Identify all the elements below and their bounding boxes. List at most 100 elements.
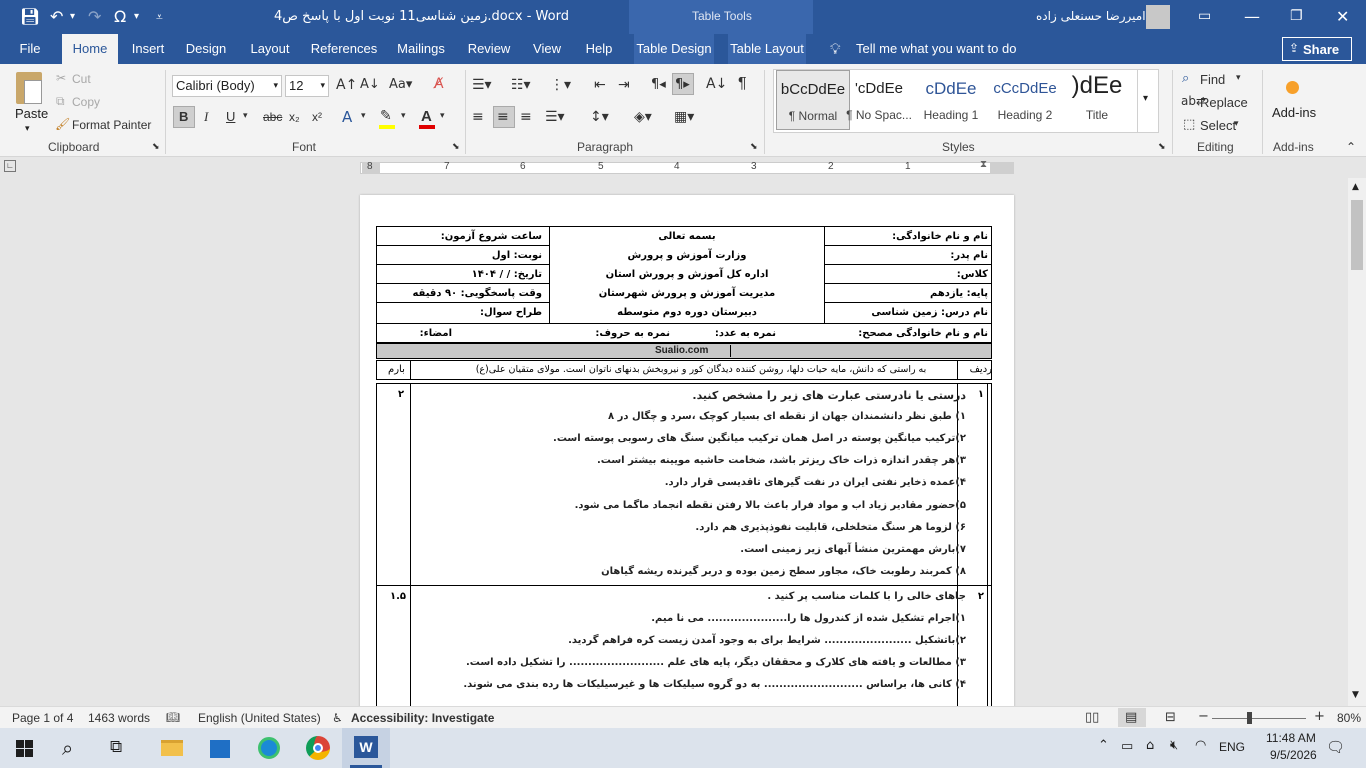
tab-view[interactable]: View — [528, 34, 566, 64]
user-name[interactable]: امیررضا حسنعلی زاده — [1036, 9, 1146, 23]
language-status[interactable]: English (United States) — [198, 711, 321, 725]
increase-indent-icon[interactable]: ⇥ — [618, 77, 630, 93]
chevron-up-icon[interactable]: ⌃ — [1098, 738, 1109, 753]
tab-selector[interactable]: ∟ — [4, 160, 16, 172]
tab-mailings[interactable]: Mailings — [392, 34, 450, 64]
save-icon[interactable]: 💾︎ — [20, 7, 40, 26]
numbering-icon[interactable]: ☷▾ — [511, 77, 531, 93]
word-taskbar-button[interactable]: W — [342, 728, 390, 768]
font-launcher-icon[interactable]: ⬊ — [452, 142, 460, 152]
clipboard-launcher-icon[interactable]: ⬊ — [152, 142, 160, 152]
windows-start-icon[interactable] — [12, 734, 40, 762]
multilevel-list-icon[interactable]: ⋮▾ — [550, 77, 571, 93]
change-case-icon[interactable]: Aa▾ — [389, 77, 412, 92]
font-color-dropdown-icon[interactable]: ▾ — [440, 111, 445, 121]
clock-time[interactable]: 11:48 AM — [1266, 731, 1316, 745]
style-normal[interactable]: bCcDdEe ¶ Normal — [776, 70, 850, 130]
chrome-icon[interactable] — [304, 734, 332, 762]
accessibility-status[interactable]: Accessibility: Investigate — [351, 711, 494, 725]
file-explorer-icon[interactable] — [158, 734, 186, 762]
input-language[interactable]: ENG — [1219, 740, 1245, 754]
add-ins-button[interactable]: Add-ins — [1268, 72, 1318, 132]
vertical-scrollbar[interactable]: ▲ ▼ — [1348, 178, 1366, 706]
replace-button[interactable]: Replace — [1200, 95, 1248, 110]
volume-muted-icon[interactable]: 🔇︎ — [1170, 738, 1178, 753]
undo-dropdown-icon[interactable]: ▾ — [70, 11, 75, 22]
customize-qat-icon[interactable]: ⩡ — [156, 10, 163, 25]
scroll-up-icon[interactable]: ▲ — [1352, 182, 1359, 192]
minimize-icon[interactable]: — — [1244, 7, 1260, 26]
paste-button[interactable]: Paste ▾ — [10, 70, 48, 140]
close-icon[interactable]: ✕ — [1336, 7, 1349, 26]
symbol-dropdown-icon[interactable]: ▾ — [134, 11, 139, 22]
tab-design[interactable]: Design — [182, 34, 230, 64]
format-painter-button[interactable]: Format Painter — [72, 118, 151, 132]
font-color-icon[interactable]: A — [421, 108, 432, 125]
align-center-icon[interactable]: ≡ — [497, 109, 509, 125]
zoom-slider[interactable] — [1212, 718, 1306, 719]
task-view-icon[interactable]: ⧉ — [110, 737, 122, 757]
style-heading-2[interactable]: cCcDdEe Heading 2 — [988, 70, 1062, 130]
highlight-dropdown-icon[interactable]: ▾ — [401, 111, 406, 121]
font-name-combo[interactable]: Calibri (Body) ▾ — [172, 75, 282, 97]
scroll-thumb[interactable] — [1351, 200, 1363, 270]
zoom-level[interactable]: 80% — [1337, 711, 1361, 725]
style-no-spacing[interactable]: 'cDdEe ¶ No Spac... — [842, 70, 916, 130]
web-layout-icon[interactable]: ⊟ — [1165, 710, 1176, 725]
page-count[interactable]: Page 1 of 4 — [12, 711, 73, 725]
battery-icon[interactable]: ▭ — [1121, 739, 1133, 754]
maximize-icon[interactable]: ❐ — [1290, 8, 1303, 24]
read-mode-icon[interactable]: ▯▯ — [1085, 710, 1099, 725]
indent-marker-icon[interactable]: ⧗ — [980, 159, 987, 170]
line-spacing-icon[interactable]: ↕▾ — [590, 109, 609, 125]
bold-icon[interactable]: B — [179, 109, 188, 124]
paragraph-launcher-icon[interactable]: ⬊ — [750, 142, 758, 152]
align-left-icon[interactable]: ≡ — [472, 109, 484, 125]
tab-help[interactable]: Help — [578, 34, 620, 64]
shrink-font-icon[interactable]: A↓ — [360, 77, 380, 92]
show-marks-icon[interactable]: ¶ — [738, 75, 747, 93]
tell-me-search[interactable]: Tell me what you want to do — [856, 41, 1016, 56]
subscript-icon[interactable]: x₂ — [289, 110, 300, 124]
share-button[interactable]: ⇪ Share — [1282, 37, 1352, 61]
text-effects-dropdown-icon[interactable]: ▾ — [361, 111, 366, 121]
tab-review[interactable]: Review — [462, 34, 516, 64]
print-layout-icon[interactable]: ▤ — [1125, 710, 1137, 725]
bullets-icon[interactable]: ☰▾ — [472, 77, 492, 93]
zoom-out-icon[interactable]: − — [1198, 709, 1209, 724]
font-size-combo[interactable]: 12 ▾ — [285, 75, 329, 97]
collapse-ribbon-icon[interactable]: ⌃ — [1346, 140, 1356, 154]
grow-font-icon[interactable]: A↑ — [336, 77, 357, 93]
zoom-in-icon[interactable]: + — [1314, 709, 1325, 724]
ruler-track[interactable] — [360, 162, 1014, 174]
find-dropdown-icon[interactable]: ▾ — [1236, 73, 1241, 83]
underline-dropdown-icon[interactable]: ▾ — [243, 111, 248, 121]
italic-icon[interactable]: I — [204, 109, 208, 125]
justify-icon[interactable]: ☰▾ — [545, 109, 565, 125]
undo-icon[interactable]: ↶ — [50, 7, 63, 26]
word-count[interactable]: 1463 words — [88, 711, 150, 725]
styles-launcher-icon[interactable]: ⬊ — [1158, 142, 1166, 152]
strikethrough-icon[interactable]: abc — [263, 110, 282, 124]
decrease-indent-icon[interactable]: ⇤ — [594, 77, 606, 93]
clock-date[interactable]: 9/5/2026 — [1270, 748, 1317, 762]
underline-icon[interactable]: U — [226, 109, 235, 124]
tab-table-layout[interactable]: Table Layout — [728, 34, 806, 64]
shading-icon[interactable]: ◈▾ — [634, 109, 652, 125]
borders-icon[interactable]: ▦▾ — [674, 109, 694, 125]
text-effects-icon[interactable]: A — [342, 108, 352, 126]
proofing-icon[interactable]: 📖︎ — [166, 711, 180, 724]
ltr-direction-icon[interactable]: ¶▸ — [675, 77, 690, 92]
ribbon-display-icon[interactable]: ▭ — [1198, 8, 1211, 24]
style-heading-1[interactable]: cDdEe Heading 1 — [914, 70, 988, 130]
notifications-icon[interactable]: 🗨︎ — [1326, 738, 1345, 756]
rtl-direction-icon[interactable]: ¶◂ — [651, 77, 666, 92]
find-button[interactable]: Find — [1200, 72, 1225, 87]
tab-file[interactable]: File — [10, 34, 50, 64]
tab-layout[interactable]: Layout — [244, 34, 296, 64]
zoom-slider-thumb[interactable] — [1247, 712, 1252, 724]
align-right-icon[interactable]: ≡ — [520, 109, 532, 125]
store-icon[interactable] — [206, 734, 234, 762]
select-button[interactable]: Select — [1200, 118, 1236, 133]
tab-home[interactable]: Home — [62, 34, 118, 64]
